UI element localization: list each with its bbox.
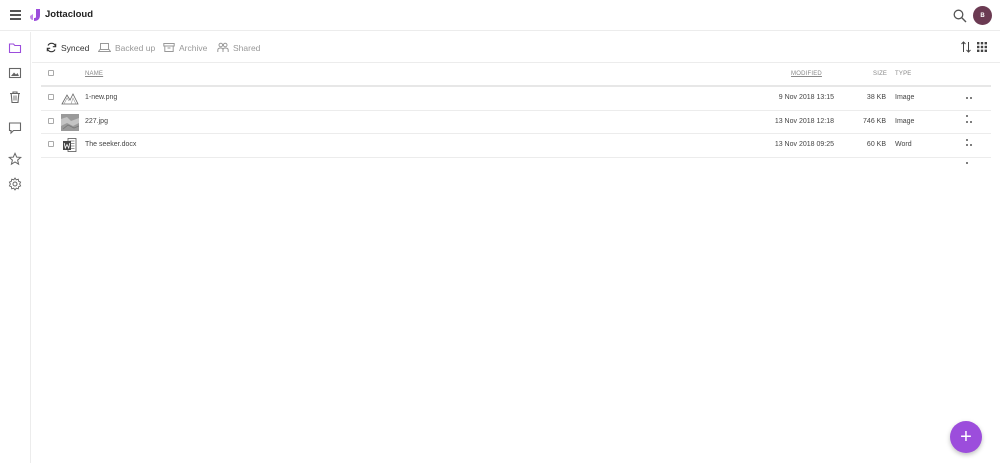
table-row[interactable]: 227.jpg 13 Nov 2018 12:18 746 KB Image — [41, 111, 991, 141]
file-size: 746 KB — [863, 117, 886, 125]
sidebar — [0, 32, 31, 463]
gear-icon[interactable] — [8, 177, 22, 191]
grid-view-icon[interactable] — [977, 42, 987, 52]
jottacloud-logo[interactable] — [29, 8, 41, 22]
folder-icon[interactable] — [8, 41, 22, 55]
photo-icon[interactable] — [8, 66, 22, 80]
laptop-icon — [98, 43, 111, 52]
search-icon[interactable] — [953, 9, 967, 23]
file-name[interactable]: 1-new.png — [85, 94, 117, 101]
tab-backed-up-label: Backed up — [115, 42, 156, 53]
column-type-header[interactable]: TYPE — [895, 71, 911, 77]
file-modified: 9 Nov 2018 13:15 — [778, 94, 834, 101]
more-options-icon[interactable] — [966, 120, 976, 141]
file-type: Image — [895, 94, 915, 101]
star-icon[interactable] — [8, 152, 22, 166]
people-icon — [217, 42, 229, 52]
word-document-icon — [63, 138, 77, 152]
menu-icon[interactable] — [10, 10, 21, 20]
tab-shared-label: Shared — [233, 42, 261, 53]
tab-synced[interactable]: Synced — [46, 42, 89, 53]
column-name-header[interactable]: NAME — [85, 71, 103, 77]
file-modified: 13 Nov 2018 09:25 — [774, 141, 834, 148]
archive-icon — [163, 43, 175, 52]
tab-backed-up[interactable]: Backed up — [98, 42, 155, 53]
select-all-checkbox[interactable] — [48, 70, 54, 76]
brand-name[interactable]: Jottacloud — [45, 9, 93, 20]
more-options-icon[interactable] — [966, 97, 976, 117]
top-bar: Jottacloud B — [0, 0, 1000, 31]
file-name[interactable]: 227.jpg — [85, 118, 108, 125]
file-table: NAME MODIFIED SIZE TYPE 1-new.png 9 Nov … — [41, 63, 991, 164]
avatar[interactable]: B — [973, 6, 992, 25]
file-size: 38 KB — [866, 94, 886, 101]
comment-icon[interactable] — [8, 121, 22, 135]
file-name[interactable]: The seeker.docx — [85, 141, 136, 148]
sync-icon — [46, 42, 57, 53]
file-type: Image — [895, 117, 915, 125]
tab-shared[interactable]: Shared — [217, 42, 260, 53]
jpg-thumbnail — [61, 113, 79, 131]
trash-icon[interactable] — [8, 90, 22, 104]
tab-archive-label: Archive — [179, 42, 208, 53]
file-modified: 13 Nov 2018 12:18 — [774, 117, 834, 125]
column-size-header[interactable]: SIZE — [873, 71, 887, 77]
more-options-icon[interactable] — [966, 144, 976, 164]
tab-archive[interactable]: Archive — [163, 42, 207, 53]
file-type: Word — [895, 141, 912, 148]
row-checkbox[interactable] — [48, 94, 54, 100]
table-row[interactable]: The seeker.docx 13 Nov 2018 09:25 60 KB … — [41, 134, 991, 164]
table-header: NAME MODIFIED SIZE TYPE — [41, 63, 991, 87]
column-modified-header[interactable]: MODIFIED — [791, 71, 822, 77]
tab-synced-label: Synced — [61, 42, 90, 53]
png-thumbnail — [61, 93, 79, 105]
sub-navigation: Synced Backed up Archive Shared — [32, 32, 1000, 63]
file-size: 60 KB — [866, 141, 886, 148]
table-row[interactable]: 1-new.png 9 Nov 2018 13:15 38 KB Image — [41, 87, 991, 117]
row-checkbox[interactable] — [48, 117, 54, 124]
row-checkbox[interactable] — [48, 141, 54, 147]
add-button[interactable]: + — [950, 421, 982, 453]
sort-icon[interactable] — [960, 41, 972, 53]
